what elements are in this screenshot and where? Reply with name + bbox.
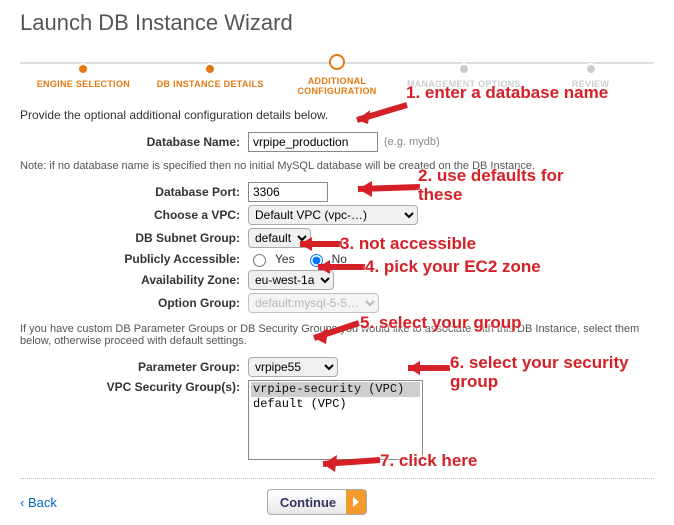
wizard-stepper: ENGINE SELECTION DB INSTANCE DETAILS ADD…	[20, 56, 654, 96]
vpc-select[interactable]: Default VPC (vpc-…)	[248, 205, 418, 225]
vpc-security-group-listbox[interactable]: vrpipe-security (VPC) default (VPC)	[248, 380, 423, 460]
continue-button[interactable]: Continue	[267, 489, 367, 515]
step-engine-selection: ENGINE SELECTION	[20, 79, 147, 89]
step-additional-configuration: ADDITIONAL CONFIGURATION	[274, 76, 401, 96]
db-name-note: Note: if no database name is specified t…	[20, 160, 654, 172]
step-review: REVIEW	[527, 79, 654, 89]
publicly-accessible-yes-label: Yes	[275, 252, 295, 266]
intro-text: Provide the optional additional configur…	[20, 108, 654, 122]
availability-zone-label: Availability Zone:	[20, 273, 248, 287]
availability-zone-select[interactable]: eu-west-1a	[248, 270, 334, 290]
vpc-security-group-label: VPC Security Group(s):	[20, 380, 248, 394]
publicly-accessible-label: Publicly Accessible:	[20, 252, 248, 266]
param-group-note: If you have custom DB Parameter Groups o…	[20, 323, 654, 347]
database-port-input[interactable]	[248, 182, 328, 202]
publicly-accessible-no-label: No	[332, 252, 347, 266]
publicly-accessible-yes-radio[interactable]	[253, 254, 266, 267]
publicly-accessible-no-radio[interactable]	[310, 254, 323, 267]
parameter-group-select[interactable]: vrpipe55	[248, 357, 338, 377]
step-db-instance-details: DB INSTANCE DETAILS	[147, 79, 274, 89]
parameter-group-label: Parameter Group:	[20, 360, 248, 374]
arrow-right-icon	[346, 490, 366, 514]
database-name-example: (e.g. mydb)	[384, 136, 440, 148]
option-group-label: Option Group:	[20, 296, 248, 310]
subnet-group-select[interactable]: default	[248, 228, 311, 248]
vpc-label: Choose a VPC:	[20, 208, 248, 222]
option-group-select[interactable]: default:mysql-5-5…	[248, 293, 379, 313]
step-management-options: MANAGEMENT OPTIONS	[400, 79, 527, 89]
subnet-group-label: DB Subnet Group:	[20, 231, 248, 245]
back-link[interactable]: ‹ Back	[20, 495, 57, 510]
page-title: Launch DB Instance Wizard	[20, 10, 654, 36]
database-name-label: Database Name:	[20, 135, 248, 149]
database-port-label: Database Port:	[20, 185, 248, 199]
database-name-input[interactable]	[248, 132, 378, 152]
